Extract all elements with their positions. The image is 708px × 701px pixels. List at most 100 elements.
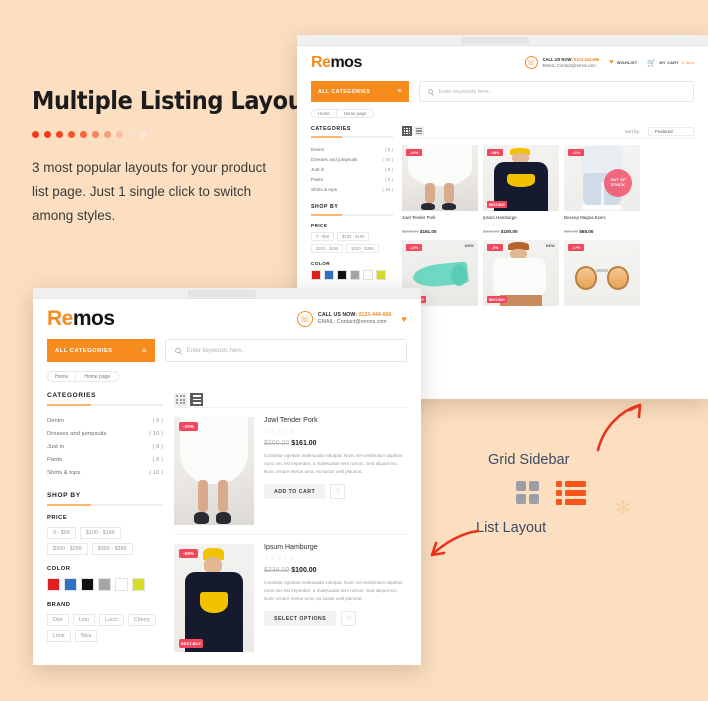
filter-chip[interactable]: Dior bbox=[47, 613, 69, 626]
site-logo[interactable]: Remos bbox=[311, 54, 362, 72]
product-image[interactable]: -58% BEST-BUY bbox=[483, 145, 559, 211]
grid-layout-icon[interactable] bbox=[516, 481, 539, 504]
filter-chip[interactable]: $200 - $299 bbox=[311, 243, 344, 253]
product-name[interactable]: Jowl Tender Pork bbox=[264, 417, 407, 424]
product-name[interactable]: Ipsum Hamburge bbox=[483, 215, 559, 220]
cart-link[interactable]: 🛒 MY CART 0 item bbox=[647, 59, 694, 67]
wishlist-button[interactable]: ♡ bbox=[330, 484, 346, 500]
category-item[interactable]: Denim ( 6 ) bbox=[311, 144, 393, 154]
product-list-item[interactable]: -20% Jowl Tender Pork ☆☆☆☆☆ $200.00 $161.00… bbox=[174, 408, 407, 534]
color-swatch[interactable] bbox=[324, 269, 334, 280]
wishlist-button[interactable]: ♡ bbox=[341, 611, 357, 627]
grid-view-button[interactable] bbox=[174, 393, 187, 406]
product-image[interactable]: -17% bbox=[564, 240, 640, 306]
color-swatch[interactable] bbox=[337, 269, 347, 280]
category-item[interactable]: Just in ( 8 ) bbox=[311, 164, 393, 174]
color-swatch[interactable] bbox=[132, 577, 145, 591]
product-image[interactable]: -20% bbox=[402, 145, 478, 211]
sort-select[interactable]: Featured bbox=[648, 126, 694, 136]
categories-title: CATEGORIES bbox=[47, 392, 97, 399]
breadcrumb-item-homepage[interactable]: Home page bbox=[75, 371, 120, 382]
all-categories-button[interactable]: ALL CATEGORIES ≡ bbox=[47, 339, 155, 362]
filter-chip[interactable]: $300 - $399 bbox=[91, 542, 133, 555]
category-item[interactable]: Denim ( 6 ) bbox=[47, 414, 163, 427]
filter-chip[interactable]: $200 - $299 bbox=[47, 542, 88, 555]
category-count: ( 6 ) bbox=[384, 177, 393, 183]
category-item[interactable]: Dresses and jumpsuits ( 10 ) bbox=[47, 427, 163, 440]
add-to-cart-button[interactable]: SELECT OPTIONS bbox=[264, 611, 337, 627]
color-swatch[interactable] bbox=[81, 577, 94, 591]
product-image[interactable]: -20% bbox=[174, 417, 254, 525]
product-card[interactable]: -5% NEW BEST-BUY bbox=[483, 240, 559, 306]
site-logo[interactable]: Remos bbox=[47, 307, 115, 331]
categories-title: CATEGORIES bbox=[311, 126, 351, 132]
dot-decoration bbox=[32, 131, 307, 138]
browser-tab[interactable] bbox=[461, 37, 530, 44]
category-item[interactable]: Shirts & tops ( 10 ) bbox=[47, 467, 163, 480]
filter-chip[interactable]: 0 - $99 bbox=[47, 526, 76, 539]
filter-chip[interactable]: Lion bbox=[72, 613, 96, 626]
color-swatch[interactable] bbox=[64, 577, 77, 591]
browser-tab[interactable] bbox=[188, 290, 257, 297]
product-name[interactable]: Dexcep Magna Exerc bbox=[564, 215, 640, 220]
list-layout-icon[interactable] bbox=[556, 481, 586, 505]
category-item[interactable]: Dresses and jumpsuits ( 10 ) bbox=[311, 154, 393, 164]
list-view-button[interactable] bbox=[414, 126, 424, 136]
product-card[interactable]: -11% OUT OF STOCK Dexcep Magna Exerc ☆☆☆☆☆ $… bbox=[564, 145, 640, 234]
category-item[interactable]: Shirts & tops ( 10 ) bbox=[311, 185, 393, 195]
color-swatch[interactable] bbox=[47, 577, 60, 591]
header-utility: ☏ CALL US NOW: 0123-444-666 EMAIL: Conta… bbox=[524, 56, 694, 69]
color-swatch[interactable] bbox=[98, 577, 111, 591]
product-card[interactable]: -20% Jowl Tender Pork ☆☆☆☆☆ $200.00 $161.00 bbox=[402, 145, 478, 234]
product-price: $239.00 $100.00 bbox=[483, 229, 559, 234]
breadcrumb-item-home[interactable]: Home bbox=[47, 371, 77, 382]
color-swatch[interactable] bbox=[350, 269, 360, 280]
product-card[interactable]: -58% BEST-BUY Ipsum Hamburge ☆☆☆☆☆ $239.00 $… bbox=[483, 145, 559, 234]
old-price: $75.00 bbox=[564, 229, 579, 234]
grid-view-button[interactable] bbox=[402, 126, 412, 136]
category-item[interactable]: Pants ( 6 ) bbox=[47, 454, 163, 467]
category-item[interactable]: Just in ( 8 ) bbox=[47, 440, 163, 453]
header-utility: ☏ CALL US NOW: 0123-444-666 EMAIL: Conta… bbox=[297, 311, 407, 327]
product-actions: SELECT OPTIONS ♡ bbox=[264, 611, 407, 627]
wishlist-link[interactable]: ♥ WISHLIST bbox=[609, 59, 637, 66]
heart-icon: ♥ bbox=[401, 314, 407, 324]
wishlist-link[interactable]: ♥ bbox=[401, 314, 407, 324]
product-card[interactable]: -17% bbox=[564, 240, 640, 306]
color-swatch[interactable] bbox=[363, 269, 373, 280]
product-name[interactable]: Jowl Tender Pork bbox=[402, 215, 478, 220]
category-label: Just in bbox=[311, 166, 325, 172]
divider bbox=[311, 136, 393, 138]
filter-chip[interactable]: Cherry bbox=[127, 613, 156, 626]
product-name[interactable]: Ipsum Hamburge bbox=[264, 544, 407, 551]
category-item[interactable]: Pants ( 6 ) bbox=[311, 175, 393, 185]
add-to-cart-button[interactable]: ADD TO CART bbox=[264, 484, 326, 500]
search-icon bbox=[428, 89, 433, 94]
color-swatch[interactable] bbox=[376, 269, 386, 280]
sort-control: Sort by: Featured bbox=[625, 126, 694, 136]
search-input[interactable]: Enter keywords here.. bbox=[165, 339, 407, 362]
current-price: $100.00 bbox=[291, 567, 317, 574]
breadcrumb-item-homepage[interactable]: Home page bbox=[335, 109, 375, 118]
color-swatch[interactable] bbox=[311, 269, 321, 280]
poster-canvas: Multiple Listing Layouts 3 most popular … bbox=[0, 0, 708, 701]
filter-chip[interactable]: Lucci bbox=[99, 613, 124, 626]
color-title: COLOR bbox=[311, 260, 331, 266]
product-image[interactable]: -5% NEW BEST-BUY bbox=[483, 240, 559, 306]
all-categories-button[interactable]: ALL CATEGORIES ≡ bbox=[311, 81, 409, 102]
search-input[interactable]: Enter keywords here.. bbox=[419, 81, 694, 102]
filter-chip[interactable]: 0 - $99 bbox=[311, 231, 335, 241]
category-count: ( 10 ) bbox=[149, 470, 163, 477]
filter-chip[interactable]: $100 - $199 bbox=[337, 231, 370, 241]
list-view-button[interactable] bbox=[190, 393, 203, 406]
product-list-item[interactable]: -58% BEST-BUY Ipsum Hamburge ☆☆☆☆☆ $239.00 $… bbox=[174, 534, 407, 661]
filter-chip[interactable]: $300 - $399 bbox=[346, 243, 379, 253]
filter-chip[interactable]: $100 - $199 bbox=[79, 526, 121, 539]
sale-badge: -20% bbox=[406, 149, 422, 156]
product-image[interactable]: -58% BEST-BUY bbox=[174, 544, 254, 652]
product-image[interactable]: -11% OUT OF STOCK bbox=[564, 145, 640, 211]
breadcrumb-item-home[interactable]: Home bbox=[311, 109, 337, 118]
filter-chip[interactable]: Lime bbox=[47, 629, 71, 642]
filter-chip[interactable]: Nice bbox=[74, 629, 98, 642]
color-swatch[interactable] bbox=[115, 577, 128, 591]
